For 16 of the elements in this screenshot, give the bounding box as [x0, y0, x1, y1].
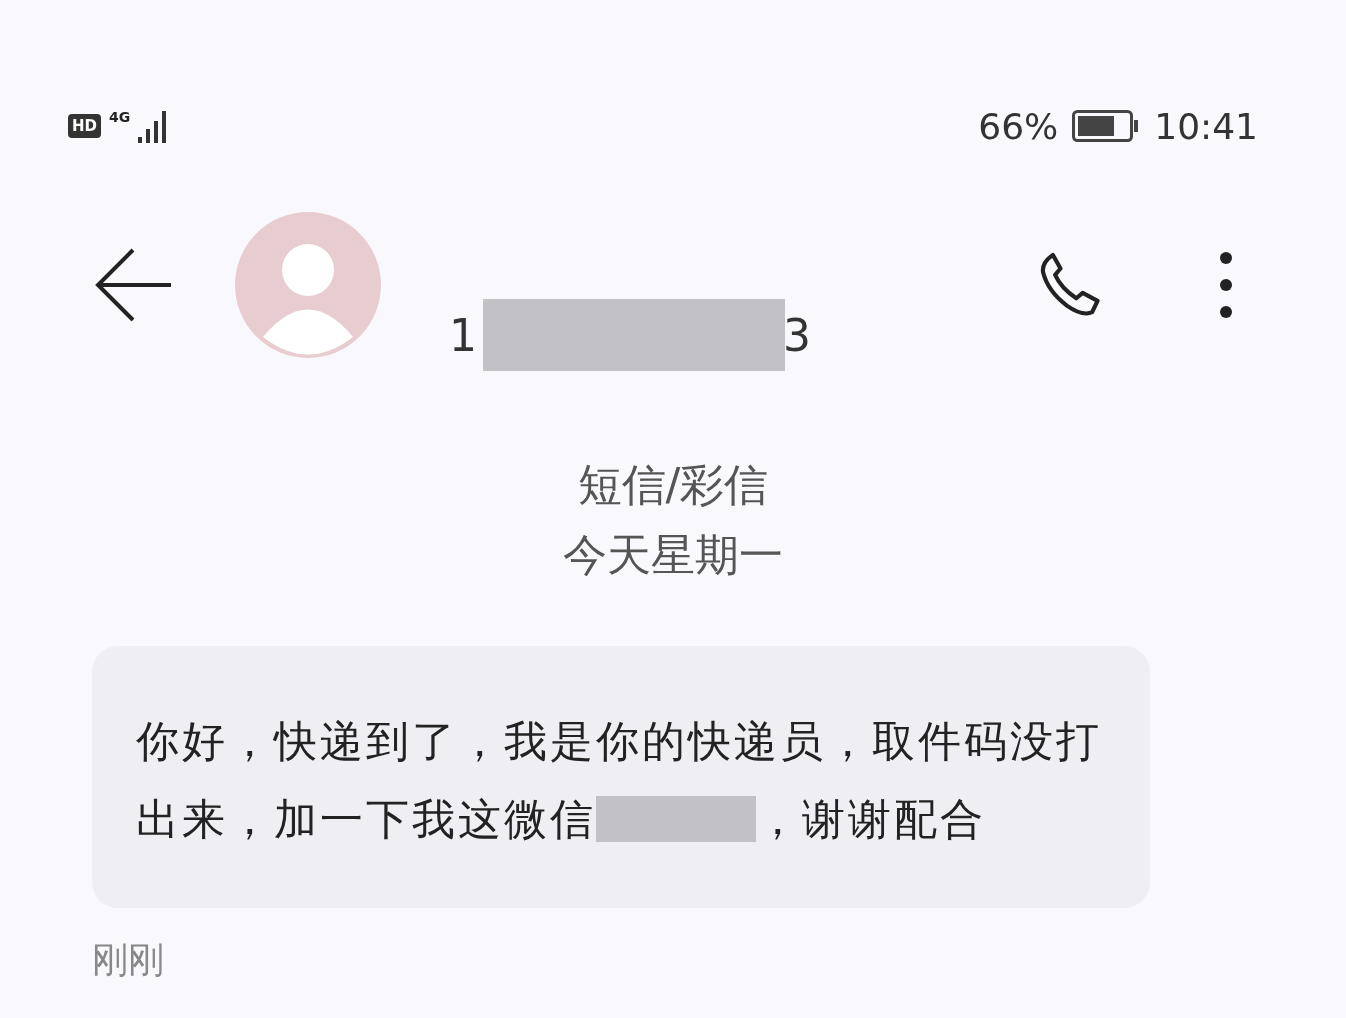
message-text: 出来，加一下我这微信 [136, 793, 596, 846]
back-icon[interactable] [95, 247, 173, 323]
hd-badge: HD [68, 114, 101, 138]
message-time: 刚刚 [92, 938, 165, 982]
phone-number-end: 3 [783, 309, 811, 361]
channel-label: 短信/彩信 [577, 458, 769, 512]
network-label: 4G [109, 109, 131, 125]
message-text: ，谢谢配合 [756, 793, 986, 846]
signal-icon [138, 109, 169, 143]
battery-icon [1072, 110, 1141, 142]
phone-number-start: 1 [449, 309, 477, 361]
clock-time: 10:41 [1154, 105, 1258, 147]
more-icon[interactable] [1218, 250, 1234, 320]
date-label: 今天星期一 [563, 528, 783, 582]
message-text: 你好，快递到了，我是你的快递员，取件码没打 [136, 715, 1102, 768]
battery-percent: 66% [978, 105, 1059, 147]
